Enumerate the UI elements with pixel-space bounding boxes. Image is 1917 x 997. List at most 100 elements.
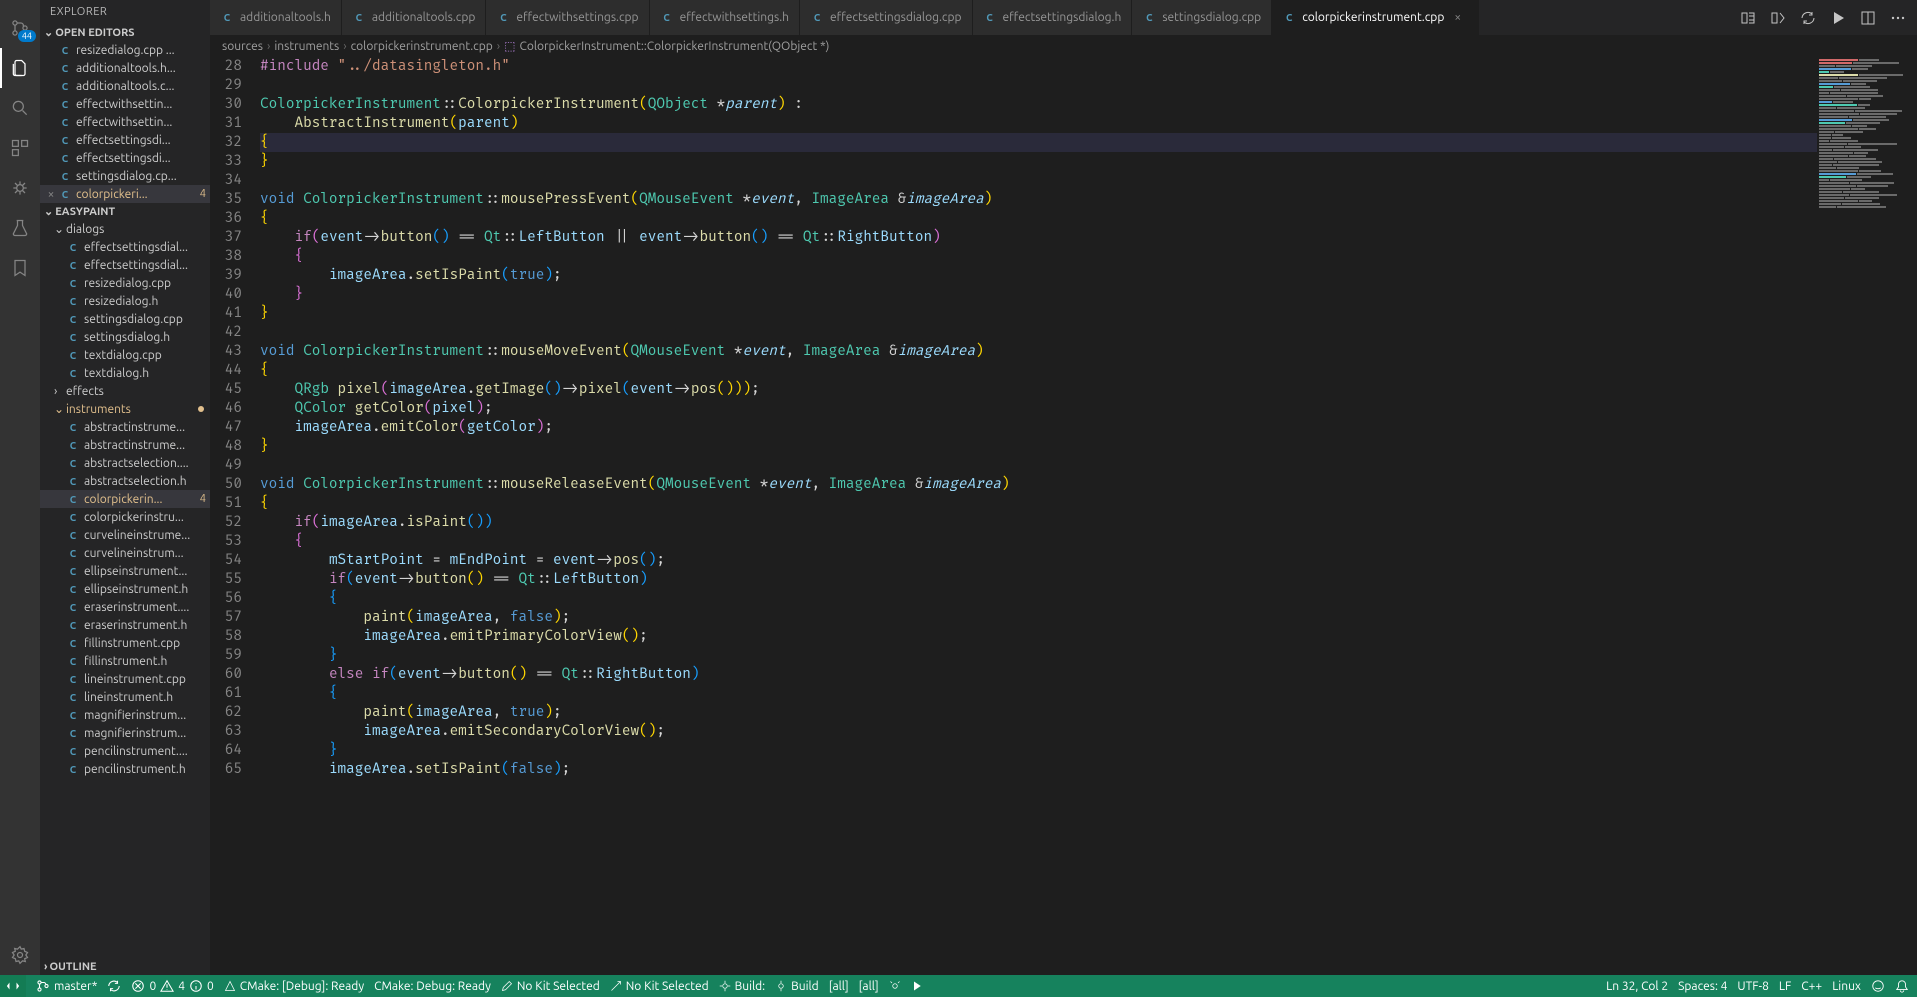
open-editor-item[interactable]: Csettingsdialog.cp...: [40, 167, 210, 185]
open-editor-item[interactable]: Cadditionaltools.h...: [40, 59, 210, 77]
problems-status[interactable]: 0 4 0: [131, 979, 213, 993]
file-item[interactable]: Csettingsdialog.cpp: [40, 310, 210, 328]
project-section[interactable]: ⌄EASYPAINT: [40, 203, 210, 220]
notifications-icon[interactable]: [1895, 979, 1909, 993]
file-item[interactable]: Cresizedialog.h: [40, 292, 210, 310]
open-editor-item[interactable]: Ceffectsettingsdi...: [40, 149, 210, 167]
open-editor-item[interactable]: Ceffectsettingsdi...: [40, 131, 210, 149]
open-editors-section[interactable]: ⌄OPEN EDITORS: [40, 24, 210, 41]
split-icon[interactable]: [1857, 7, 1879, 29]
file-item[interactable]: Ctextdialog.h: [40, 364, 210, 382]
cmake-debug[interactable]: CMake: [Debug]: Ready: [224, 980, 364, 993]
open-editor-item[interactable]: Cadditionaltools.c...: [40, 77, 210, 95]
sync-status[interactable]: [107, 979, 121, 993]
cursor-position[interactable]: Ln 32, Col 2: [1606, 980, 1668, 993]
file-item[interactable]: Cpencilinstrument....: [40, 742, 210, 760]
file-item[interactable]: Ceraserinstrument.h: [40, 616, 210, 634]
activity-bookmark-icon[interactable]: [0, 248, 40, 288]
activity-debug-icon[interactable]: [0, 168, 40, 208]
editor-tab[interactable]: Ceffectsettingsdialog.cpp: [800, 0, 973, 35]
editor-tab[interactable]: Ceffectsettingsdialog.h: [973, 0, 1133, 35]
folder-item[interactable]: ›effects: [40, 382, 210, 400]
breadcrumb-item[interactable]: ColorpickerInstrument::ColorpickerInstru…: [519, 40, 829, 53]
open-editor-item[interactable]: Cresizedialog.cpp ...: [40, 41, 210, 59]
open-editor-item[interactable]: ×Ccolorpickeri...4: [40, 185, 210, 203]
file-item[interactable]: Cfillinstrument.h: [40, 652, 210, 670]
editor[interactable]: 2829303132333435363738394041424344454647…: [210, 57, 1917, 975]
file-item[interactable]: Ccolorpickerin...4: [40, 490, 210, 508]
file-item[interactable]: Ccolorpickerinstru...: [40, 508, 210, 526]
file-item[interactable]: Ceraserinstrument....: [40, 598, 210, 616]
editor-tab[interactable]: Cadditionaltools.cpp: [342, 0, 487, 35]
encoding-status[interactable]: UTF-8: [1737, 980, 1768, 993]
close-icon[interactable]: ×: [1454, 11, 1468, 24]
file-item[interactable]: Cabstractinstrume...: [40, 436, 210, 454]
file-item[interactable]: Cmagnifierinstrum...: [40, 724, 210, 742]
file-item[interactable]: Cpencilinstrument.h: [40, 760, 210, 778]
build-button[interactable]: Build: [775, 980, 819, 993]
debug-launch-icon[interactable]: [889, 980, 901, 992]
file-item[interactable]: Cmagnifierinstrum...: [40, 706, 210, 724]
minimap[interactable]: [1817, 57, 1917, 975]
run-icon[interactable]: [1827, 7, 1849, 29]
breadcrumb-item[interactable]: colorpickerinstrument.cpp: [351, 40, 493, 53]
breadcrumb-item[interactable]: sources: [222, 40, 263, 53]
breadcrumbs[interactable]: sources›instruments›colorpickerinstrumen…: [210, 35, 1917, 57]
os-status[interactable]: Linux: [1832, 980, 1861, 993]
activity-source-control-icon[interactable]: 44: [0, 8, 40, 48]
open-changes-icon[interactable]: [1767, 7, 1789, 29]
file-item[interactable]: Cabstractselection.h: [40, 472, 210, 490]
remote-indicator[interactable]: [0, 975, 26, 997]
activity-search-icon[interactable]: [0, 88, 40, 128]
activity-test-icon[interactable]: [0, 208, 40, 248]
file-item[interactable]: Cellipseinstrument...: [40, 562, 210, 580]
folder-item[interactable]: ⌄instruments: [40, 400, 210, 418]
cmake-ready[interactable]: CMake: Debug: Ready: [374, 980, 491, 993]
more-icon[interactable]: [1887, 7, 1909, 29]
target-all-2[interactable]: [all]: [859, 980, 879, 993]
language-status[interactable]: C++: [1801, 980, 1822, 993]
editor-tab[interactable]: Ccolorpickerinstrument.cpp×: [1272, 0, 1479, 35]
file-item[interactable]: Clineinstrument.h: [40, 688, 210, 706]
editor-tab[interactable]: Ceffectwithsettings.h: [650, 0, 800, 35]
file-item[interactable]: Cellipseinstrument.h: [40, 580, 210, 598]
file-item[interactable]: Csettingsdialog.h: [40, 328, 210, 346]
file-item[interactable]: Cabstractselection....: [40, 454, 210, 472]
file-label: colorpickeri...: [76, 188, 196, 201]
project-tree: ⌄dialogsCeffectsettingsdial...Ceffectset…: [40, 220, 210, 959]
kit-selector-2[interactable]: No Kit Selected: [610, 980, 709, 993]
folder-item[interactable]: ⌄dialogs: [40, 220, 210, 238]
target-all-1[interactable]: [all]: [829, 980, 849, 993]
close-icon[interactable]: ×: [44, 188, 58, 201]
breadcrumb-item[interactable]: instruments: [274, 40, 339, 53]
file-item[interactable]: Clineinstrument.cpp: [40, 670, 210, 688]
editor-tab[interactable]: Cadditionaltools.h: [210, 0, 342, 35]
indent-status[interactable]: Spaces: 4: [1678, 980, 1727, 993]
refresh-icon[interactable]: [1797, 7, 1819, 29]
file-item[interactable]: Ccurvelineinstrum...: [40, 544, 210, 562]
feedback-icon[interactable]: [1871, 979, 1885, 993]
file-item[interactable]: Cresizedialog.cpp: [40, 274, 210, 292]
file-item[interactable]: Cfillinstrument.cpp: [40, 634, 210, 652]
file-item[interactable]: Ceffectsettingsdial...: [40, 256, 210, 274]
activity-explorer-icon[interactable]: [0, 48, 40, 88]
editor-tab[interactable]: Csettingsdialog.cpp: [1132, 0, 1272, 35]
file-label: abstractselection....: [84, 457, 210, 470]
run-launch-icon[interactable]: [911, 980, 923, 992]
git-branch[interactable]: master*: [36, 979, 97, 993]
file-item[interactable]: Ctextdialog.cpp: [40, 346, 210, 364]
open-editor-item[interactable]: Ceffectwithsettin...: [40, 95, 210, 113]
activity-extensions-icon[interactable]: [0, 128, 40, 168]
build-label[interactable]: Build:: [719, 980, 766, 993]
open-editor-item[interactable]: Ceffectwithsettin...: [40, 113, 210, 131]
file-item[interactable]: Ccurvelineinstrume...: [40, 526, 210, 544]
compare-changes-icon[interactable]: [1737, 7, 1759, 29]
code-area[interactable]: #include "../datasingleton.h"Colorpicker…: [260, 57, 1817, 975]
outline-section[interactable]: ›OUTLINE: [40, 959, 210, 975]
editor-tab[interactable]: Ceffectwithsettings.cpp: [486, 0, 649, 35]
kit-selector[interactable]: No Kit Selected: [501, 980, 600, 993]
file-item[interactable]: Ceffectsettingsdial...: [40, 238, 210, 256]
eol-status[interactable]: LF: [1779, 980, 1791, 993]
file-item[interactable]: Cabstractinstrume...: [40, 418, 210, 436]
activity-settings-icon[interactable]: [0, 935, 40, 975]
